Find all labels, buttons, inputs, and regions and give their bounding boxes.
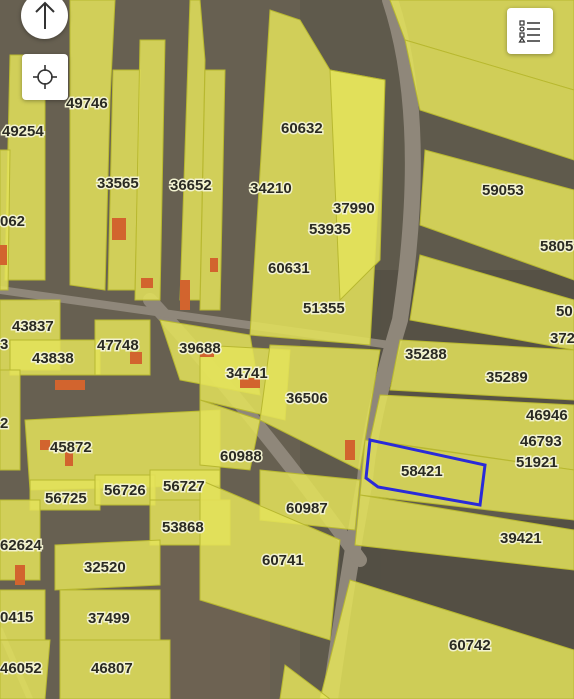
parcel-label: 34210 — [250, 180, 292, 197]
parcel-label: 60631 — [268, 260, 310, 277]
parcel-label: 43837 — [12, 318, 54, 335]
parcel-label: 60987 — [286, 500, 328, 517]
parcel-label: 46946 — [526, 407, 568, 424]
parcel-label: 43838 — [32, 350, 74, 367]
parcel-label: 49254 — [2, 123, 44, 140]
legend-list-icon — [518, 20, 540, 43]
parcel-label: 5805 — [540, 238, 573, 255]
parcel-label: 60632 — [281, 120, 323, 137]
parcel-label: 45872 — [50, 439, 92, 456]
map-canvas[interactable]: 49746 49254 60632 33565 36652 34210 3799… — [0, 0, 574, 699]
parcel-label: 2 — [0, 415, 8, 432]
parcel-label: 46793 — [520, 433, 562, 450]
crosshair-icon — [33, 65, 57, 89]
locate-me-button[interactable] — [22, 54, 68, 100]
parcel-label: 372 — [550, 330, 574, 347]
parcel-label: 53868 — [162, 519, 204, 536]
parcel-label: 35289 — [486, 369, 528, 386]
parcel-label: 60742 — [449, 637, 491, 654]
parcel-label: 3 — [0, 336, 8, 353]
parcel-label: 51355 — [303, 300, 345, 317]
parcel-label: 49746 — [66, 95, 108, 112]
parcel-label: 0415 — [0, 609, 33, 626]
parcel-label: 062 — [0, 213, 25, 230]
parcel-label: 35288 — [405, 346, 447, 363]
parcel-label: 51921 — [516, 454, 558, 471]
parcel-label: 32520 — [84, 559, 126, 576]
parcel-label: 46052 — [0, 660, 42, 677]
parcel-label: 37499 — [88, 610, 130, 627]
parcel-label: 39688 — [179, 340, 221, 357]
parcel-label: 59053 — [482, 182, 524, 199]
layers-legend-button[interactable] — [507, 8, 553, 54]
parcel-label: 56725 — [45, 490, 87, 507]
parcel-label: 56727 — [163, 478, 205, 495]
parcel-label: 60741 — [262, 552, 304, 569]
parcel-label: 58421 — [401, 463, 443, 480]
parcel-label: 34741 — [226, 365, 268, 382]
parcel-label: 47748 — [97, 337, 139, 354]
parcel-label: 33565 — [97, 175, 139, 192]
parcel-label: 36506 — [286, 390, 328, 407]
parcel-label: 62624 — [0, 537, 42, 554]
parcel-label: 56726 — [104, 482, 146, 499]
parcel-label: 46807 — [91, 660, 133, 677]
parcel-label: 53935 — [309, 221, 351, 238]
parcel-label: 60988 — [220, 448, 262, 465]
parcel-label: 36652 — [170, 177, 212, 194]
parcel-label: 39421 — [500, 530, 542, 547]
arrow-up-icon — [34, 1, 55, 29]
parcel-label: 37990 — [333, 200, 375, 217]
parcel-label: 50 — [556, 303, 573, 320]
